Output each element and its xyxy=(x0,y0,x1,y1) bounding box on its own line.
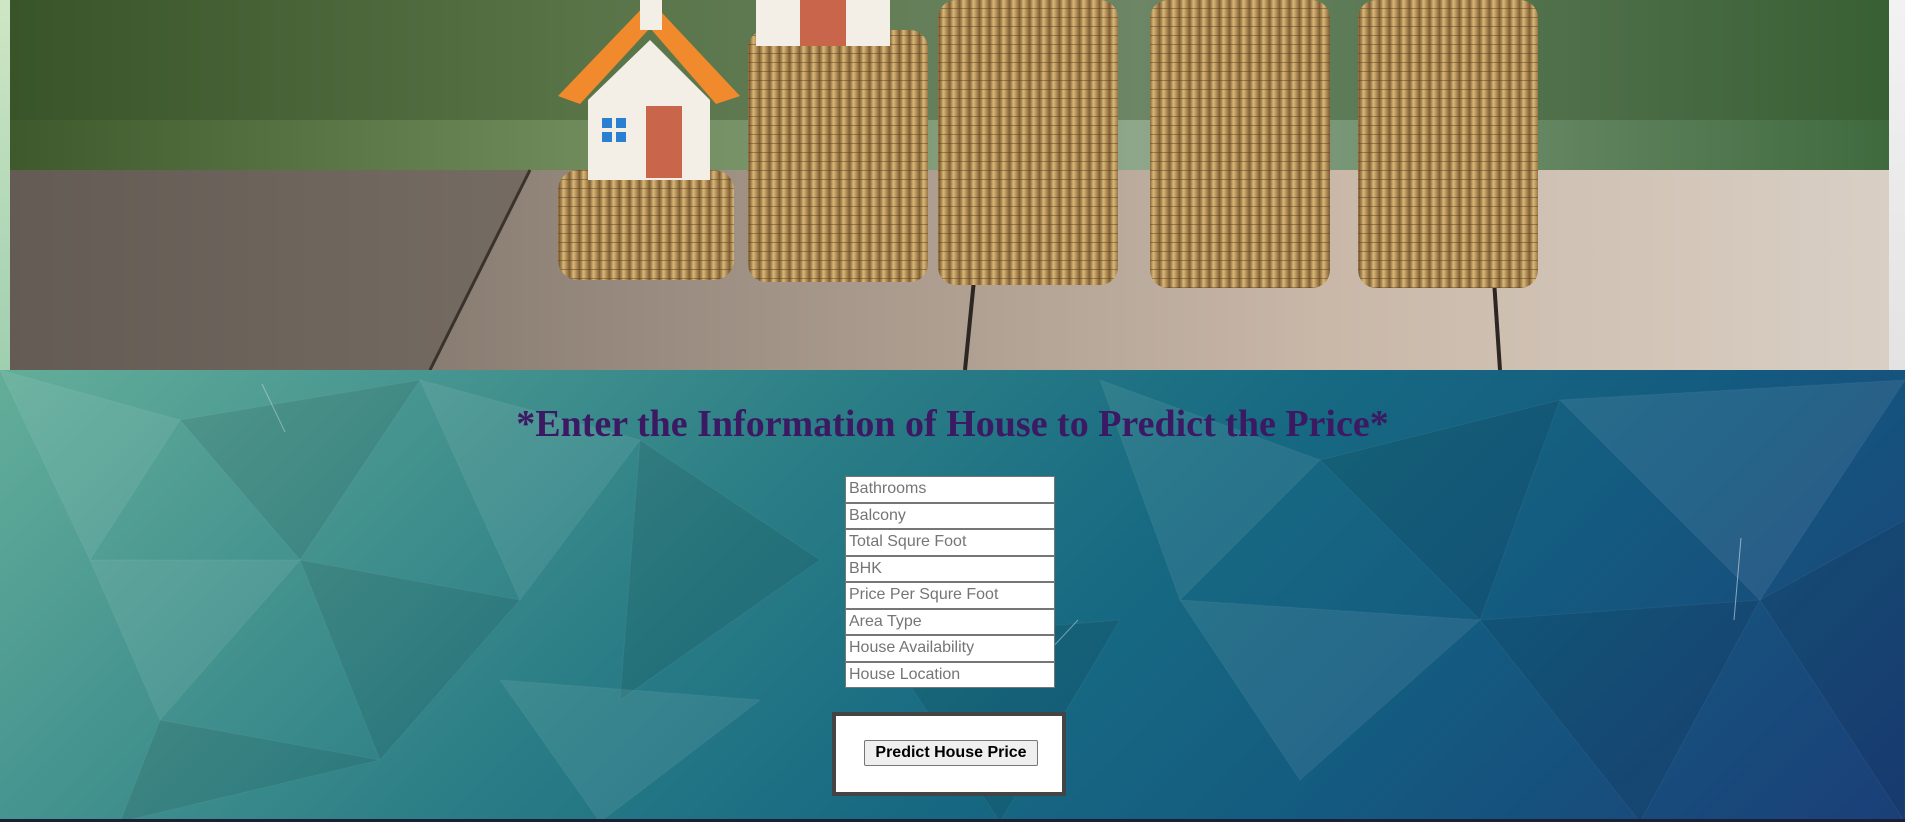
area-type-input[interactable] xyxy=(845,608,1055,635)
balcony-input[interactable] xyxy=(845,502,1055,529)
left-edge-strip xyxy=(0,0,10,370)
scrollbar-track[interactable] xyxy=(1889,0,1905,370)
page-title: *Enter the Information of House to Predi… xyxy=(516,403,1389,445)
location-input[interactable] xyxy=(845,661,1055,688)
hero-image xyxy=(10,0,1889,370)
submit-container: Predict House Price xyxy=(832,712,1066,796)
bhk-input[interactable] xyxy=(845,555,1055,582)
availability-input[interactable] xyxy=(845,635,1055,662)
houses-on-coin-stacks-image xyxy=(10,0,1889,370)
predict-price-button[interactable]: Predict House Price xyxy=(864,740,1038,766)
total-sqft-input[interactable] xyxy=(845,529,1055,556)
bathrooms-input[interactable] xyxy=(845,476,1055,503)
price-per-sqft-input[interactable] xyxy=(845,582,1055,609)
house-info-form xyxy=(845,476,1055,688)
